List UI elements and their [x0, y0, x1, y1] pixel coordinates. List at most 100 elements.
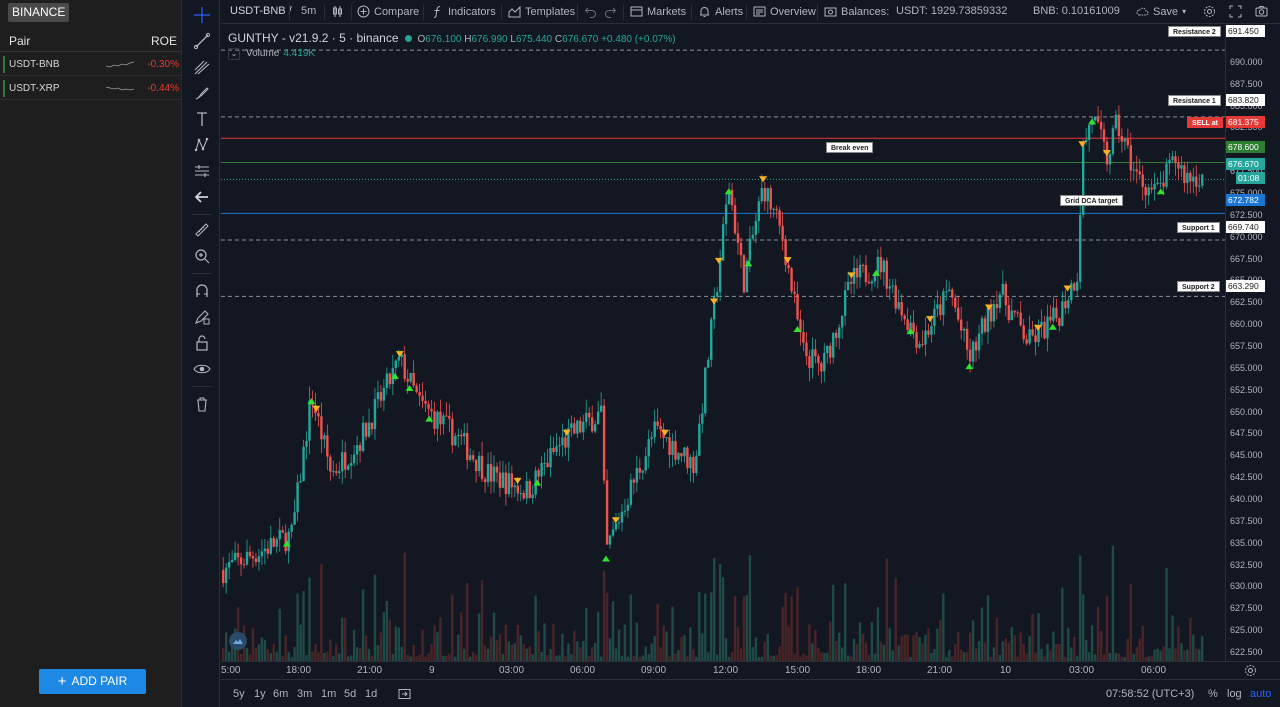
candle-body [757, 201, 761, 222]
range-1m[interactable]: 1m [321, 688, 336, 700]
pair-row-usdt-bnb[interactable]: USDT-BNB -0.30% [0, 53, 182, 76]
volume-bar [674, 653, 677, 661]
markets-button[interactable]: Markets [630, 5, 686, 18]
volume-bar [379, 632, 383, 661]
candle-body [299, 481, 302, 483]
candle-body [751, 234, 755, 239]
back-tool[interactable] [190, 186, 214, 208]
volume-bar [507, 641, 511, 661]
go-to-date-button[interactable] [398, 688, 411, 703]
interval-select[interactable]: 5m [301, 5, 316, 17]
study-title[interactable]: GUNTHY - v21.9.2 · 5 · binance [228, 31, 399, 45]
price-tick: 637.500 [1230, 515, 1263, 526]
balances-button[interactable]: Balances: [824, 5, 889, 18]
pattern-tool[interactable] [190, 134, 214, 156]
candle-body [843, 290, 847, 316]
volume-bar [835, 641, 838, 661]
candle-body [924, 330, 927, 345]
alerts-button[interactable]: Alerts [698, 5, 743, 18]
symbol-search[interactable]: USDT-BNB / [230, 5, 292, 17]
volume-bar [721, 577, 725, 661]
pair-row-usdt-xrp[interactable]: USDT-XRP -0.44% [0, 77, 182, 100]
compare-button[interactable]: Compare [357, 5, 419, 18]
utc-clock[interactable]: 07:58:52 (UTC+3) [1106, 688, 1194, 700]
volume-legend[interactable]: ⌄ Volume 4.419K [228, 48, 315, 60]
settings-button[interactable] [1203, 5, 1216, 18]
lock-tool[interactable] [190, 332, 214, 354]
ruler-tool[interactable] [190, 219, 214, 241]
auto-toggle[interactable]: auto [1250, 688, 1271, 700]
range-1d[interactable]: 1d [365, 688, 377, 700]
volume-bar [373, 574, 377, 661]
prediction-tool[interactable] [190, 160, 214, 182]
log-toggle[interactable]: log [1227, 688, 1242, 700]
candle-body [870, 281, 874, 284]
templates-button[interactable]: Templates [508, 5, 575, 18]
templates-label: Templates [525, 5, 576, 18]
range-5d[interactable]: 5d [344, 688, 356, 700]
volume-bar [826, 652, 829, 661]
volume-bar [302, 590, 305, 661]
candle-body [718, 260, 722, 293]
candle-body [257, 556, 261, 563]
fib-tool[interactable] [190, 56, 214, 78]
candle-body [704, 367, 707, 414]
candle-body [748, 238, 752, 261]
candle-body [549, 447, 552, 468]
time-axis[interactable]: 5:00 18:00 21:00 9 03:00 06:00 09:00 12:00 15:00… [221, 661, 1280, 679]
redo-button[interactable] [604, 5, 617, 18]
volume-bar [924, 634, 927, 661]
price-tick: 655.000 [1230, 362, 1263, 373]
pair-column-header[interactable]: Pair [9, 34, 30, 48]
candle-body [724, 204, 728, 225]
indicators-button[interactable]: Indicators [431, 5, 496, 18]
overview-button[interactable]: Overview [753, 5, 816, 18]
text-tool[interactable] [190, 108, 214, 130]
usdt-balance: USDT: 1929.73859332 [896, 5, 1008, 17]
visibility-tool[interactable] [190, 358, 214, 380]
volume-bar [942, 593, 945, 661]
candle-body [1153, 184, 1156, 190]
percent-toggle[interactable]: % [1208, 688, 1218, 700]
fullscreen-button[interactable] [1229, 5, 1242, 18]
volume-bar [748, 555, 752, 661]
volume-bar [537, 630, 540, 661]
tradingview-logo-icon[interactable] [229, 632, 247, 650]
range-5y[interactable]: 5y [233, 688, 245, 700]
add-pair-button[interactable]: + ADD PAIR [39, 669, 146, 694]
toolbar-divider [423, 4, 424, 20]
volume-bar [885, 558, 888, 661]
volume-bar [948, 649, 951, 661]
toolbar-divider [324, 4, 325, 20]
price-chart[interactable]: GUNTHY - v21.9.2 · 5 · binance O676.100 H… [221, 25, 1225, 661]
volume-bar [662, 625, 665, 661]
chart-style-button[interactable] [331, 5, 344, 18]
range-6m[interactable]: 6m [273, 688, 288, 700]
range-1y[interactable]: 1y [254, 688, 266, 700]
volume-bar [968, 632, 972, 661]
roe-column-header[interactable]: ROE [151, 34, 177, 48]
magnet-tool[interactable] [190, 280, 214, 302]
candle-body [1138, 171, 1141, 175]
brush-tool[interactable] [190, 82, 214, 104]
collapse-chevron-icon[interactable]: ⌄ [228, 48, 240, 60]
zoom-tool[interactable] [190, 245, 214, 267]
volume-bar [412, 644, 415, 661]
crosshair-tool[interactable] [190, 4, 214, 26]
remove-drawings-tool[interactable] [190, 393, 214, 415]
trend-line-tool[interactable] [190, 30, 214, 52]
toolbar-divider [691, 4, 692, 20]
drawing-mode-tool[interactable] [190, 306, 214, 328]
exchange-tab[interactable]: BINANCE [8, 3, 70, 22]
save-button[interactable]: Save ▾ [1136, 5, 1186, 18]
price-axis[interactable]: 690.000687.500685.000682.500680.000677.5… [1225, 25, 1280, 661]
candle-body [370, 422, 374, 430]
volume-bar [965, 651, 969, 661]
undo-button[interactable] [584, 5, 597, 18]
snapshot-button[interactable] [1255, 5, 1268, 18]
volume-bar [906, 635, 909, 661]
range-3m[interactable]: 3m [297, 688, 312, 700]
calendar-goto-icon [398, 689, 411, 699]
pair-panel: BINANCE Pair ROE USDT-BNB -0.30% USDT-XR… [0, 0, 182, 707]
candle-body [942, 291, 945, 316]
